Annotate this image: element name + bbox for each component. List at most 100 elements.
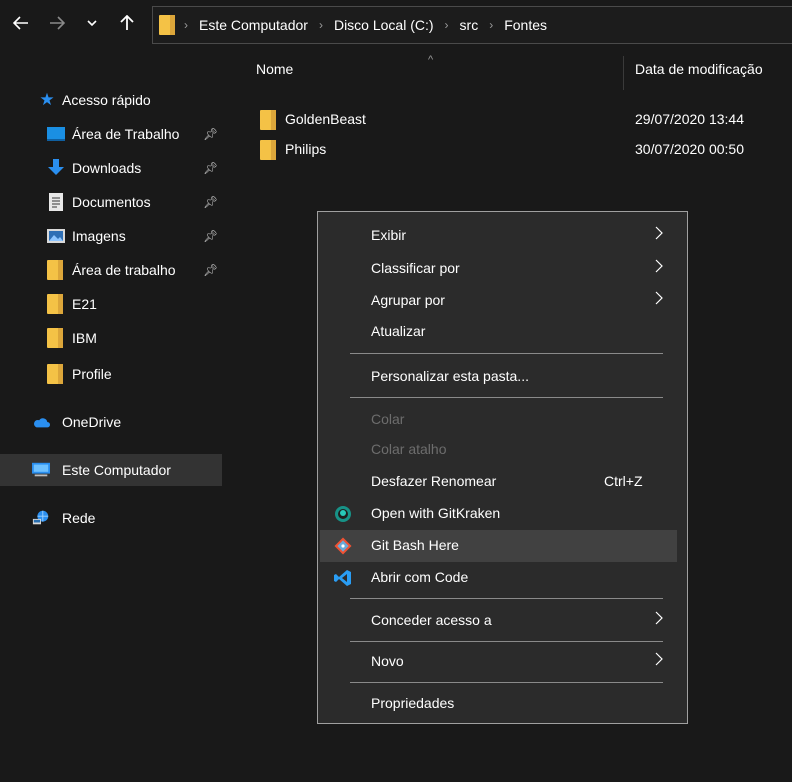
sidebar-item-area-de-trabalho-folder[interactable]: Área de trabalho 📌︎ bbox=[0, 254, 222, 286]
folder-icon bbox=[46, 260, 64, 280]
menu-item-label: Classificar por bbox=[371, 260, 460, 276]
menu-item-label: Colar atalho bbox=[371, 441, 447, 457]
pin-icon[interactable]: 📌︎ bbox=[203, 263, 218, 277]
star-icon: ★ bbox=[39, 90, 55, 109]
folder-icon bbox=[46, 294, 64, 314]
forward-button[interactable] bbox=[46, 9, 68, 37]
sidebar-item-label: Downloads bbox=[72, 160, 142, 176]
sidebar-item-label: Área de Trabalho bbox=[72, 126, 180, 142]
menu-item-label: Abrir com Code bbox=[371, 569, 469, 585]
chevron-right-icon bbox=[655, 259, 663, 273]
menu-item-label: Agrupar por bbox=[371, 292, 445, 308]
sidebar-item-imagens[interactable]: Imagens 📌︎ bbox=[0, 220, 222, 252]
pin-icon[interactable]: 📌︎ bbox=[203, 127, 218, 141]
file-date: 30/07/2020 00:50 bbox=[635, 141, 744, 157]
sidebar-item-label: Este Computador bbox=[62, 462, 171, 478]
menu-item-personalizar[interactable]: Personalizar esta pasta... bbox=[320, 361, 677, 393]
sidebar-item-label: Imagens bbox=[72, 228, 126, 244]
up-button[interactable] bbox=[116, 9, 138, 37]
sidebar-item-label: IBM bbox=[72, 330, 97, 346]
menu-item-label: Git Bash Here bbox=[371, 537, 459, 553]
menu-item-novo[interactable]: Novo bbox=[320, 646, 677, 678]
sidebar-item-documentos[interactable]: Documentos 📌︎ bbox=[0, 186, 222, 218]
menu-item-colar: Colar bbox=[320, 404, 677, 436]
menu-item-open-with-gitkraken[interactable]: Open with GitKraken bbox=[320, 498, 677, 530]
menu-item-git-bash-here[interactable]: Git Bash Here bbox=[320, 530, 677, 562]
breadcrumb-fontes[interactable]: Fontes bbox=[504, 17, 547, 33]
chevron-right-icon bbox=[655, 291, 663, 305]
menu-item-shortcut: Ctrl+Z bbox=[604, 473, 643, 489]
menu-item-conceder-acesso[interactable]: Conceder acesso a bbox=[320, 605, 677, 637]
breadcrumb-separator[interactable]: › bbox=[184, 18, 188, 32]
sidebar-item-label: Área de trabalho bbox=[72, 262, 176, 278]
file-name: GoldenBeast bbox=[285, 111, 366, 127]
menu-item-label: Conceder acesso a bbox=[371, 612, 492, 628]
navigation-pane: ★ Acesso rápido Área de Trabalho 📌︎ Down… bbox=[0, 48, 228, 782]
sidebar-item-downloads[interactable]: Downloads 📌︎ bbox=[0, 152, 222, 184]
menu-item-desfazer-renomear[interactable]: Desfazer Renomear Ctrl+Z bbox=[320, 466, 677, 498]
folder-icon bbox=[46, 328, 64, 348]
menu-item-label: Exibir bbox=[371, 227, 407, 243]
document-icon bbox=[47, 193, 65, 211]
menu-item-label: Open with GitKraken bbox=[371, 505, 501, 521]
column-header-date[interactable]: Data de modificação bbox=[624, 48, 792, 90]
menu-item-label: Colar bbox=[371, 411, 405, 427]
arrow-right-icon bbox=[50, 16, 65, 30]
recent-locations-button[interactable] bbox=[84, 9, 100, 37]
file-date: 29/07/2020 13:44 bbox=[635, 111, 744, 127]
breadcrumb-separator[interactable]: › bbox=[319, 18, 323, 32]
pin-icon[interactable]: 📌︎ bbox=[203, 161, 218, 175]
context-menu: Exibir Classificar por Agrupar por Atual… bbox=[317, 211, 688, 724]
computer-icon bbox=[32, 461, 50, 479]
sidebar-item-este-computador[interactable]: Este Computador bbox=[0, 454, 222, 486]
menu-item-atualizar[interactable]: Atualizar bbox=[320, 316, 677, 348]
back-button[interactable] bbox=[10, 9, 32, 37]
folder-icon bbox=[260, 110, 276, 130]
sidebar-item-ibm[interactable]: IBM bbox=[0, 322, 222, 354]
chevron-right-icon bbox=[655, 611, 663, 625]
address-toolbar: › Este Computador › Disco Local (C:) › s… bbox=[0, 0, 792, 48]
breadcrumb-separator[interactable]: › bbox=[489, 18, 493, 32]
arrow-left-icon bbox=[13, 16, 28, 30]
chevron-right-icon bbox=[655, 226, 663, 240]
cloud-icon bbox=[32, 413, 50, 431]
pin-icon[interactable]: 📌︎ bbox=[203, 195, 218, 209]
file-row[interactable]: Philips 30/07/2020 00:50 bbox=[228, 136, 792, 164]
column-header-name[interactable]: Nome bbox=[228, 48, 623, 90]
breadcrumb-disco-local[interactable]: Disco Local (C:) bbox=[334, 17, 434, 33]
sidebar-item-label: Documentos bbox=[72, 194, 151, 210]
menu-item-propriedades[interactable]: Propriedades bbox=[320, 688, 677, 720]
menu-item-label: Atualizar bbox=[371, 323, 426, 339]
sidebar-item-onedrive[interactable]: OneDrive bbox=[0, 406, 222, 438]
sidebar-item-acesso-rapido[interactable]: ★ Acesso rápido bbox=[0, 84, 222, 116]
menu-separator bbox=[350, 598, 663, 599]
pictures-icon bbox=[47, 227, 65, 245]
folder-icon bbox=[46, 364, 64, 384]
breadcrumb-src[interactable]: src bbox=[460, 17, 479, 33]
gitkraken-icon bbox=[335, 506, 351, 522]
git-icon bbox=[334, 537, 352, 555]
menu-item-agrupar-por[interactable]: Agrupar por bbox=[320, 285, 677, 317]
sidebar-item-rede[interactable]: Rede bbox=[0, 502, 222, 534]
breadcrumb-separator[interactable]: › bbox=[445, 18, 449, 32]
menu-item-label: Novo bbox=[371, 653, 404, 669]
menu-item-abrir-com-code[interactable]: Abrir com Code bbox=[320, 562, 677, 594]
file-row[interactable]: GoldenBeast 29/07/2020 13:44 bbox=[228, 106, 792, 134]
menu-item-colar-atalho: Colar atalho bbox=[320, 434, 677, 466]
menu-separator bbox=[350, 682, 663, 683]
sidebar-item-area-de-trabalho[interactable]: Área de Trabalho 📌︎ bbox=[0, 118, 222, 150]
desktop-icon bbox=[47, 125, 65, 143]
pin-icon[interactable]: 📌︎ bbox=[203, 229, 218, 243]
folder-icon bbox=[159, 15, 175, 35]
menu-separator bbox=[350, 397, 663, 398]
sidebar-item-e21[interactable]: E21 bbox=[0, 288, 222, 320]
menu-item-label: Desfazer Renomear bbox=[371, 473, 497, 489]
address-bar[interactable]: › Este Computador › Disco Local (C:) › s… bbox=[152, 6, 792, 44]
sidebar-item-profile[interactable]: Profile bbox=[0, 358, 222, 390]
menu-separator bbox=[350, 353, 663, 354]
menu-item-classificar-por[interactable]: Classificar por bbox=[320, 253, 677, 285]
column-header-label: Nome bbox=[256, 61, 294, 77]
breadcrumb-este-computador[interactable]: Este Computador bbox=[199, 17, 308, 33]
menu-item-exibir[interactable]: Exibir bbox=[320, 220, 677, 252]
menu-separator bbox=[350, 641, 663, 642]
